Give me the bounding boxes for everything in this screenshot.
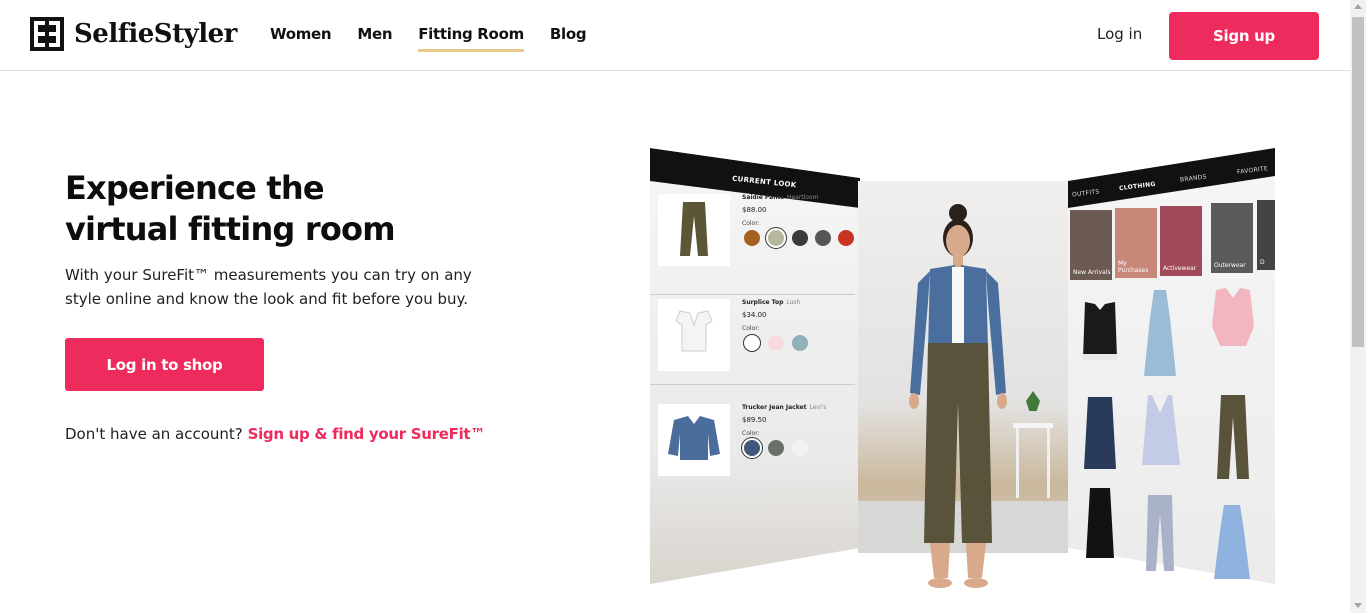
look-item[interactable]: Saidie Pants Heartloom $88.00 Color:	[658, 194, 854, 274]
garment-black-top[interactable]	[1075, 298, 1125, 368]
color-swatch-selected[interactable]	[744, 335, 760, 351]
item-name: Saidie Pants Heartloom	[742, 194, 819, 201]
nav-fitting-room[interactable]: Fitting Room	[418, 25, 524, 52]
title-line-1: Experience the	[65, 169, 325, 207]
fitting-room-illustration: CURRENT LOOK Saidie Pants Heartloom $88.0…	[650, 148, 1275, 590]
color-swatch-selected[interactable]	[768, 230, 784, 246]
garment-black-tank[interactable]	[1078, 486, 1122, 561]
title-line-2: virtual fitting room	[65, 210, 396, 248]
login-link[interactable]: Log in	[1097, 25, 1142, 43]
item-price: $89.50	[742, 416, 767, 424]
item-color-label: Color:	[742, 220, 760, 227]
nav-women[interactable]: Women	[270, 25, 332, 52]
garment-blue-dress[interactable]	[1212, 503, 1252, 583]
signup-prompt: Don't have an account? Sign up & find yo…	[65, 425, 485, 443]
scroll-thumb[interactable]	[1352, 17, 1364, 347]
jacket-icon	[658, 404, 730, 476]
site-header: SelfieStyler Women Men Fitting Room Blog…	[0, 0, 1350, 71]
look-item[interactable]: Trucker Jean Jacket Levi's $89.50 Color:	[658, 404, 853, 484]
item-price: $88.00	[742, 206, 767, 214]
category-my-purchases[interactable]: My Purchases	[1115, 208, 1157, 278]
garment-navy-top[interactable]	[1078, 393, 1122, 473]
look-item[interactable]: Surplice Top Lush $34.00 Color:	[658, 299, 853, 379]
side-table-icon	[1013, 391, 1053, 498]
color-swatch-selected[interactable]	[744, 440, 760, 456]
virtual-model-figure	[909, 204, 1007, 588]
color-swatch[interactable]	[792, 230, 808, 246]
signup-surefit-link[interactable]: Sign up & find your SureFit™	[248, 425, 486, 443]
pants-icon	[658, 194, 730, 266]
page-title: Experience the virtual fitting room	[65, 168, 396, 250]
garment-floral-dress[interactable]	[1140, 288, 1180, 378]
signup-button[interactable]: Sign up	[1169, 12, 1319, 60]
scroll-up-arrow-icon[interactable]	[1354, 4, 1362, 9]
item-name: Surplice Top Lush	[742, 299, 801, 306]
garment-pink-blouse[interactable]	[1210, 286, 1256, 356]
garment-olive-pants[interactable]	[1213, 393, 1253, 483]
nav-blog[interactable]: Blog	[550, 25, 587, 52]
color-swatch[interactable]	[815, 230, 831, 246]
hero-description: With your SureFit™ measurements you can …	[65, 266, 472, 308]
top-icon	[658, 299, 730, 371]
color-swatch[interactable]	[838, 230, 854, 246]
current-look-panel: CURRENT LOOK Saidie Pants Heartloom $88.0…	[650, 148, 860, 584]
brand-name: SelfieStyler	[74, 19, 237, 49]
logo-icon	[30, 17, 64, 51]
account-prompt-text: Don't have an account?	[65, 425, 243, 443]
color-swatch[interactable]	[744, 230, 760, 246]
category-outerwear[interactable]: Outerwear	[1211, 203, 1253, 273]
color-swatch[interactable]	[768, 335, 784, 351]
color-swatch[interactable]	[792, 440, 808, 456]
color-swatch[interactable]	[768, 440, 784, 456]
item-divider	[650, 384, 855, 385]
garment-lavender-top[interactable]	[1138, 393, 1184, 468]
category-new-arrivals[interactable]: New Arrivals	[1070, 210, 1112, 280]
item-color-label: Color:	[742, 325, 760, 332]
category-activewear[interactable]: Activewear	[1160, 206, 1202, 276]
color-swatch[interactable]	[792, 335, 808, 351]
garment-plaid-pants[interactable]	[1140, 493, 1180, 573]
item-price: $34.00	[742, 311, 767, 319]
item-divider	[650, 294, 855, 295]
login-to-shop-button[interactable]: Log in to shop	[65, 338, 264, 391]
item-color-label: Color:	[742, 430, 760, 437]
nav-men[interactable]: Men	[357, 25, 392, 52]
brand-logo[interactable]: SelfieStyler	[30, 17, 237, 51]
item-name: Trucker Jean Jacket Levi's	[742, 404, 827, 411]
page-scrollbar[interactable]	[1350, 0, 1366, 613]
scroll-down-arrow-icon[interactable]	[1354, 603, 1362, 608]
main-nav: Women Men Fitting Room Blog	[270, 25, 612, 52]
category-more[interactable]: D	[1257, 200, 1275, 270]
